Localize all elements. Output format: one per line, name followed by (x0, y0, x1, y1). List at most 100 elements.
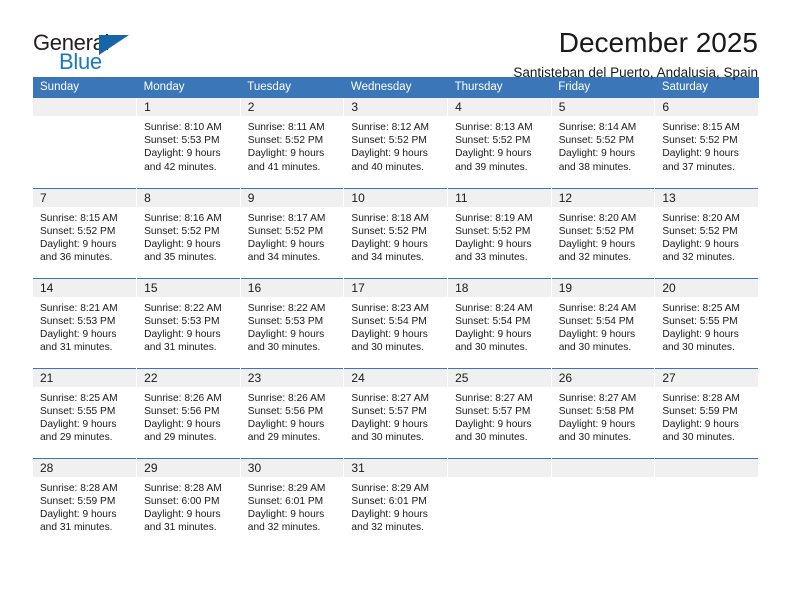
logo-secondary-text: Blue (59, 49, 102, 74)
calendar-day-cell[interactable]: 7 Sunrise: 8:15 AM Sunset: 5:52 PM Daylig… (33, 187, 138, 278)
day-number: 15 (137, 278, 240, 297)
day-sun-details: Sunrise: 8:25 AM Sunset: 5:55 PM Dayligh… (662, 302, 740, 354)
day-cell-inner: 9 Sunrise: 8:17 AM Sunset: 5:52 PM Daylig… (240, 188, 344, 278)
calendar-day-cell[interactable]: 9 Sunrise: 8:17 AM Sunset: 5:52 PM Daylig… (240, 187, 345, 278)
calendar-day-cell[interactable]: 4 Sunrise: 8:13 AM Sunset: 5:52 PM Daylig… (447, 98, 552, 188)
day-cell-inner (655, 458, 758, 549)
calendar-day-cell[interactable]: 6 Sunrise: 8:15 AM Sunset: 5:52 PM Daylig… (654, 98, 759, 188)
calendar-day-cell[interactable]: 5 Sunrise: 8:14 AM Sunset: 5:52 PM Daylig… (551, 98, 656, 188)
day-cell-inner: 29 Sunrise: 8:28 AM Sunset: 6:00 PM Dayli… (137, 458, 240, 549)
day-sun-details: Sunrise: 8:14 AM Sunset: 5:52 PM Dayligh… (558, 122, 637, 173)
day-number: 1 (137, 98, 240, 116)
day-number: 28 (33, 458, 137, 477)
calendar-body: 1 Sunrise: 8:10 AM Sunset: 5:53 PM Daylig… (33, 98, 759, 548)
day-number: 20 (655, 278, 758, 297)
day-sun-details: Sunrise: 8:29 AM Sunset: 6:01 PM Dayligh… (351, 482, 430, 534)
calendar-week-row: 7 Sunrise: 8:15 AM Sunset: 5:52 PM Daylig… (33, 187, 759, 278)
day-number (551, 458, 655, 477)
day-number: 30 (240, 458, 344, 477)
day-sun-details: Sunrise: 8:21 AM Sunset: 5:53 PM Dayligh… (40, 302, 118, 354)
calendar-day-cell[interactable]: 24 Sunrise: 8:27 AM Sunset: 5:57 PM Dayli… (343, 367, 449, 458)
page-subtitle: Santisteban del Puerto, Andalusia, Spain (513, 65, 758, 81)
day-number: 14 (33, 278, 137, 297)
day-cell-inner: 13 Sunrise: 8:20 AM Sunset: 5:52 PM Dayli… (655, 188, 758, 278)
day-number: 25 (448, 368, 551, 387)
day-sun-details: Sunrise: 8:24 AM Sunset: 5:54 PM Dayligh… (455, 302, 533, 354)
calendar-day-cell[interactable]: 28 Sunrise: 8:28 AM Sunset: 5:59 PM Dayli… (33, 457, 138, 549)
day-number: 10 (344, 188, 448, 207)
calendar-day-cell[interactable]: 29 Sunrise: 8:28 AM Sunset: 6:00 PM Dayli… (136, 457, 241, 549)
day-sun-details: Sunrise: 8:11 AM Sunset: 5:52 PM Dayligh… (247, 122, 325, 173)
day-sun-details: Sunrise: 8:29 AM Sunset: 6:01 PM Dayligh… (247, 482, 326, 534)
weekday-header-sunday: Sunday (33, 77, 137, 98)
calendar-day-cell[interactable]: 21 Sunrise: 8:25 AM Sunset: 5:55 PM Dayli… (33, 367, 138, 458)
day-number: 19 (551, 278, 655, 297)
day-number: 17 (344, 278, 448, 297)
calendar-day-cell[interactable]: 18 Sunrise: 8:24 AM Sunset: 5:54 PM Dayli… (447, 277, 552, 368)
day-number: 18 (448, 278, 551, 297)
day-number: 23 (240, 368, 344, 387)
day-cell-inner: 10 Sunrise: 8:18 AM Sunset: 5:52 PM Dayli… (344, 188, 448, 278)
calendar-day-cell-empty (654, 457, 759, 549)
day-cell-inner: 3 Sunrise: 8:12 AM Sunset: 5:52 PM Daylig… (344, 98, 448, 188)
day-cell-inner: 15 Sunrise: 8:22 AM Sunset: 5:53 PM Dayli… (137, 278, 240, 368)
day-cell-inner: 4 Sunrise: 8:13 AM Sunset: 5:52 PM Daylig… (448, 98, 551, 188)
calendar-day-cell[interactable]: 26 Sunrise: 8:27 AM Sunset: 5:58 PM Dayli… (551, 367, 656, 458)
calendar-day-cell[interactable]: 17 Sunrise: 8:23 AM Sunset: 5:54 PM Dayli… (343, 277, 449, 368)
calendar-day-cell[interactable]: 16 Sunrise: 8:22 AM Sunset: 5:53 PM Dayli… (240, 277, 345, 368)
calendar-day-cell[interactable]: 31 Sunrise: 8:29 AM Sunset: 6:01 PM Dayli… (343, 457, 449, 548)
calendar-day-cell[interactable]: 10 Sunrise: 8:18 AM Sunset: 5:52 PM Dayli… (343, 187, 449, 278)
day-sun-details: Sunrise: 8:26 AM Sunset: 5:56 PM Dayligh… (247, 392, 326, 444)
page-title: December 2025 (558, 27, 758, 58)
day-cell-inner: 11 Sunrise: 8:19 AM Sunset: 5:52 PM Dayli… (448, 188, 551, 278)
day-cell-inner: 25 Sunrise: 8:27 AM Sunset: 5:57 PM Dayli… (448, 368, 551, 458)
generalblue-logo[interactable]: General Blue (33, 28, 148, 76)
calendar-day-cell[interactable]: 27 Sunrise: 8:28 AM Sunset: 5:59 PM Dayli… (654, 367, 759, 458)
day-cell-inner: 8 Sunrise: 8:16 AM Sunset: 5:52 PM Daylig… (137, 188, 240, 278)
calendar-day-cell[interactable]: 25 Sunrise: 8:27 AM Sunset: 5:57 PM Dayli… (447, 367, 552, 458)
day-number: 31 (344, 458, 448, 477)
day-number: 12 (551, 188, 655, 207)
calendar-day-cell[interactable]: 3 Sunrise: 8:12 AM Sunset: 5:52 PM Daylig… (343, 98, 449, 188)
day-cell-inner: 20 Sunrise: 8:25 AM Sunset: 5:55 PM Dayli… (655, 278, 758, 368)
day-sun-details: Sunrise: 8:25 AM Sunset: 5:55 PM Dayligh… (40, 392, 118, 444)
calendar-day-cell[interactable]: 11 Sunrise: 8:19 AM Sunset: 5:52 PM Dayli… (447, 187, 552, 278)
calendar-week-row: 1 Sunrise: 8:10 AM Sunset: 5:53 PM Daylig… (33, 98, 759, 188)
day-cell-inner (33, 98, 137, 188)
calendar-day-cell[interactable]: 19 Sunrise: 8:24 AM Sunset: 5:54 PM Dayli… (551, 277, 656, 368)
day-number: 7 (33, 188, 137, 207)
day-cell-inner: 6 Sunrise: 8:15 AM Sunset: 5:52 PM Daylig… (655, 98, 758, 188)
day-sun-details: Sunrise: 8:20 AM Sunset: 5:52 PM Dayligh… (558, 212, 637, 264)
calendar-day-cell[interactable]: 23 Sunrise: 8:26 AM Sunset: 5:56 PM Dayli… (240, 367, 345, 458)
day-number: 2 (240, 98, 344, 116)
calendar-day-cell[interactable]: 30 Sunrise: 8:29 AM Sunset: 6:01 PM Dayli… (240, 457, 345, 548)
calendar-day-cell[interactable]: 14 Sunrise: 8:21 AM Sunset: 5:53 PM Dayli… (33, 277, 138, 368)
calendar-day-cell[interactable]: 15 Sunrise: 8:22 AM Sunset: 5:53 PM Dayli… (136, 277, 241, 368)
day-cell-inner: 22 Sunrise: 8:26 AM Sunset: 5:56 PM Dayli… (137, 368, 240, 458)
day-cell-inner (448, 458, 551, 549)
calendar-day-cell-empty (33, 98, 138, 188)
calendar-day-cell[interactable]: 22 Sunrise: 8:26 AM Sunset: 5:56 PM Dayli… (136, 367, 241, 458)
day-cell-inner (551, 458, 655, 549)
calendar-day-cell[interactable]: 20 Sunrise: 8:25 AM Sunset: 5:55 PM Dayli… (654, 277, 759, 368)
day-number: 29 (137, 458, 240, 477)
triangle-icon (99, 35, 129, 55)
page-header: General Blue December 2025 Santisteban d… (33, 0, 759, 81)
day-number: 22 (137, 368, 240, 387)
day-number: 13 (655, 188, 758, 207)
day-number: 11 (448, 188, 551, 207)
calendar-day-cell-empty (447, 457, 552, 549)
calendar-day-cell[interactable]: 8 Sunrise: 8:16 AM Sunset: 5:52 PM Daylig… (136, 187, 241, 278)
calendar-day-cell[interactable]: 12 Sunrise: 8:20 AM Sunset: 5:52 PM Dayli… (551, 187, 656, 278)
calendar-day-cell[interactable]: 1 Sunrise: 8:10 AM Sunset: 5:53 PM Daylig… (136, 98, 241, 188)
calendar-grid: Sunday Monday Tuesday Wednesday Thursday… (33, 77, 759, 548)
day-sun-details: Sunrise: 8:19 AM Sunset: 5:52 PM Dayligh… (455, 212, 533, 264)
day-cell-inner: 24 Sunrise: 8:27 AM Sunset: 5:57 PM Dayli… (344, 368, 448, 458)
day-cell-inner: 7 Sunrise: 8:15 AM Sunset: 5:52 PM Daylig… (33, 188, 137, 278)
day-sun-details: Sunrise: 8:23 AM Sunset: 5:54 PM Dayligh… (351, 302, 430, 354)
day-cell-inner: 5 Sunrise: 8:14 AM Sunset: 5:52 PM Daylig… (551, 98, 655, 188)
day-cell-inner: 28 Sunrise: 8:28 AM Sunset: 5:59 PM Dayli… (33, 458, 137, 549)
day-cell-inner: 27 Sunrise: 8:28 AM Sunset: 5:59 PM Dayli… (655, 368, 758, 458)
calendar-day-cell[interactable]: 2 Sunrise: 8:11 AM Sunset: 5:52 PM Daylig… (240, 98, 345, 188)
calendar-day-cell[interactable]: 13 Sunrise: 8:20 AM Sunset: 5:52 PM Dayli… (654, 187, 759, 278)
